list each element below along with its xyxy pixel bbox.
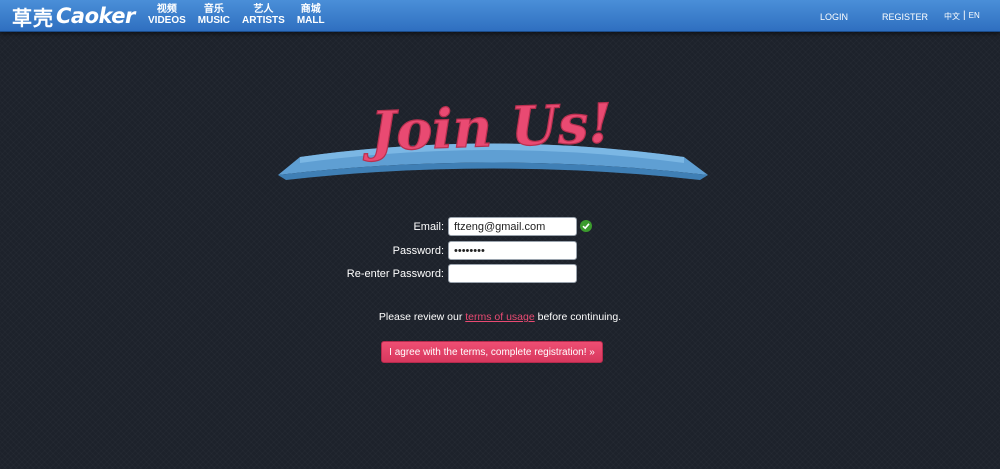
terms-notice-after: before continuing. (534, 311, 622, 323)
nav-music-en: MUSIC (197, 15, 231, 26)
reenter-password-row: Re-enter Password: (300, 264, 620, 284)
password-field[interactable] (448, 241, 577, 260)
top-navigation-bar: 草壳 Caoker 视频 VIDEOS 音乐 MUSIC 艺人 ARTISTS … (0, 0, 1000, 32)
lang-separator: | (963, 10, 966, 21)
language-switcher: 中文 | EN (944, 11, 980, 22)
nav-mall-cn: 商城 (300, 4, 321, 15)
nav-videos-cn: 视频 (156, 4, 177, 15)
logo-english-text: Caoker (56, 4, 135, 28)
email-row: Email: (300, 217, 620, 237)
nav-artists[interactable]: 艺人 ARTISTS (242, 4, 285, 26)
password-row: Password: (300, 241, 620, 261)
nav-music-cn: 音乐 (203, 4, 224, 15)
nav-mall-en: MALL (296, 15, 325, 26)
password-label: Password: (392, 245, 444, 257)
complete-registration-button[interactable]: I agree with the terms, complete registr… (381, 341, 603, 363)
login-link[interactable]: LOGIN (820, 12, 848, 22)
logo-chinese-text: 草壳 (12, 7, 54, 30)
nav-artists-en: ARTISTS (242, 15, 285, 26)
email-field[interactable] (448, 217, 577, 236)
nav-mall[interactable]: 商城 MALL (297, 4, 325, 26)
nav-music[interactable]: 音乐 MUSIC (198, 4, 230, 26)
join-us-banner: Join Us! (278, 90, 708, 180)
terms-notice-before: Please review our (378, 311, 466, 323)
lang-english-link[interactable]: EN (969, 11, 980, 22)
main-nav: 视频 VIDEOS 音乐 MUSIC 艺人 ARTISTS 商城 MALL (148, 4, 325, 26)
lang-chinese-link[interactable]: 中文 (944, 11, 960, 22)
email-label: Email: (413, 221, 444, 233)
terms-notice: Please review our terms of usage before … (0, 311, 1000, 323)
join-us-heading: Join Us! (361, 91, 613, 164)
nav-artists-cn: 艺人 (253, 4, 274, 15)
register-link[interactable]: REGISTER (882, 12, 928, 22)
nav-videos-en: VIDEOS (148, 15, 186, 26)
terms-of-usage-link[interactable]: terms of usage (465, 311, 534, 323)
reenter-password-label: Re-enter Password: (346, 268, 444, 280)
check-icon (580, 220, 592, 232)
reenter-password-field[interactable] (448, 264, 577, 283)
nav-videos[interactable]: 视频 VIDEOS (148, 4, 186, 26)
site-logo[interactable]: 草壳 Caoker (12, 2, 135, 30)
